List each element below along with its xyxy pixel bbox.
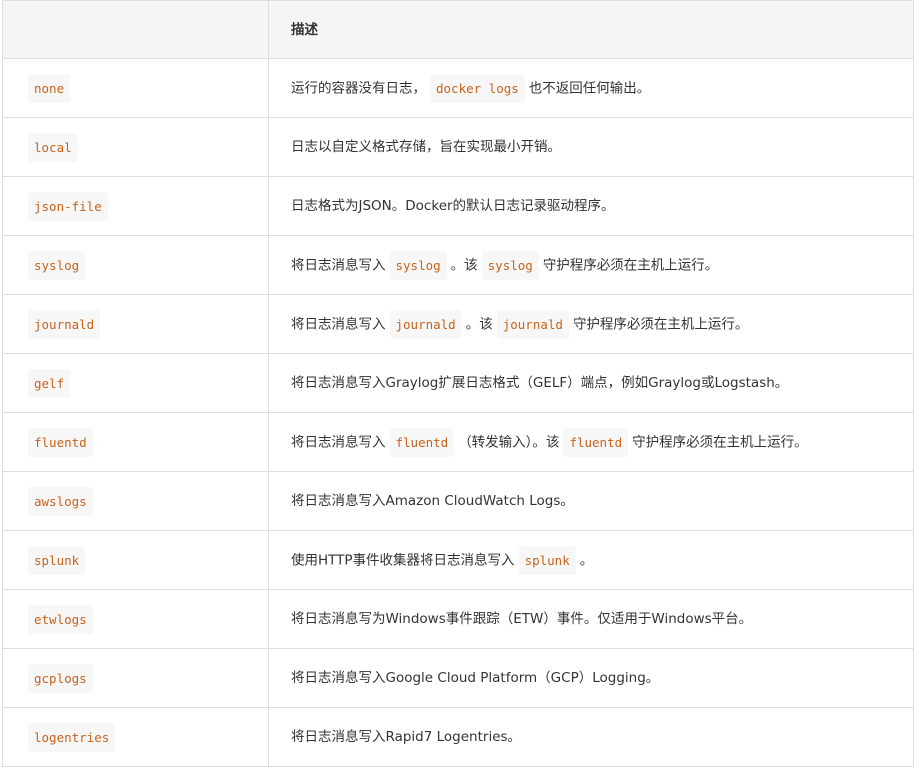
driver-name: gcplogs	[28, 663, 93, 693]
driver-cell: logentries	[2, 707, 269, 767]
inline-code: splunk	[518, 545, 576, 575]
driver-cell: gcplogs	[2, 648, 269, 708]
driver-name: etwlogs	[28, 604, 93, 634]
description-text: 也不返回任何输出。	[528, 80, 651, 96]
driver-name: local	[28, 132, 78, 162]
driver-name: json-file	[28, 191, 108, 221]
table-row: none 运行的容器没有日志， docker logs 也不返回任何输出。	[2, 58, 914, 118]
table-row: fluentd 将日志消息写入 fluentd （转发输入）。该 fluentd 守护程序…	[2, 412, 914, 472]
description-cell: 将日志消息写为Windows事件跟踪（ETW）事件。仅适用于Windows平台。	[268, 589, 914, 649]
driver-name: gelf	[28, 368, 71, 398]
driver-cell: etwlogs	[2, 589, 269, 649]
description-text: 将日志消息写入Google Cloud Platform（GCP）Logging…	[291, 670, 660, 686]
table-row: gcplogs 将日志消息写入Google Cloud Platform（GCP）…	[2, 648, 914, 708]
description-text: 运行的容器没有日志，	[291, 80, 426, 96]
description-text: 将日志消息写入	[291, 257, 386, 273]
description-text: 将日志消息写为Windows事件跟踪（ETW）事件。仅适用于Windows平台。	[291, 611, 753, 627]
header-description-cell: 描述	[268, 0, 914, 59]
description-text: （转发输入）。该	[458, 434, 560, 450]
description-cell: 使用HTTP事件收集器将日志消息写入 splunk。	[268, 530, 914, 590]
description-cell: 将日志消息写入Amazon CloudWatch Logs。	[268, 471, 914, 531]
description-cell: 日志格式为JSON。Docker的默认日志记录驱动程序。	[268, 176, 914, 236]
table-row: gelf 将日志消息写入Graylog扩展日志格式（GELF）端点，例如Grayl…	[2, 353, 914, 413]
description-text: 日志格式为JSON。Docker的默认日志记录驱动程序。	[291, 198, 615, 214]
driver-cell: splunk	[2, 530, 269, 590]
driver-cell: syslog	[2, 235, 269, 295]
header-description: 描述	[291, 21, 318, 38]
description-text: 将日志消息写入Amazon CloudWatch Logs。	[291, 493, 574, 509]
driver-name: none	[28, 73, 71, 103]
description-text: 使用HTTP事件收集器将日志消息写入	[291, 552, 515, 568]
description-text: 将日志消息写入	[291, 434, 386, 450]
description-cell: 将日志消息写入 fluentd （转发输入）。该 fluentd 守护程序必须在主机上运…	[268, 412, 914, 472]
description-text: 。	[579, 552, 594, 568]
logging-drivers-table: 描述 none 运行的容器没有日志， docker logs 也不返回任何输出。 loc…	[2, 0, 914, 767]
description-text: 将日志消息写入	[291, 316, 386, 332]
table-body: none 运行的容器没有日志， docker logs 也不返回任何输出。 local 日…	[2, 58, 914, 767]
table-row: syslog 将日志消息写入 syslog 。该 syslog 守护程序必须在主机上运行。	[2, 235, 914, 295]
table-row: awslogs 将日志消息写入Amazon CloudWatch Logs。	[2, 471, 914, 531]
description-cell: 将日志消息写入 syslog 。该 syslog 守护程序必须在主机上运行。	[268, 235, 914, 295]
description-cell: 将日志消息写入Graylog扩展日志格式（GELF）端点，例如Graylog或L…	[268, 353, 914, 413]
description-text: 。该	[450, 257, 478, 273]
driver-cell: fluentd	[2, 412, 269, 472]
table-row: splunk 使用HTTP事件收集器将日志消息写入 splunk。	[2, 530, 914, 590]
driver-name: splunk	[28, 545, 86, 575]
table-row: logentries 将日志消息写入Rapid7 Logentries。	[2, 707, 914, 767]
inline-code: journald	[389, 309, 462, 339]
driver-cell: local	[2, 117, 269, 177]
inline-code: fluentd	[389, 427, 455, 457]
description-text: 守护程序必须在主机上运行。	[632, 434, 808, 450]
description-cell: 将日志消息写入Google Cloud Platform（GCP）Logging…	[268, 648, 914, 708]
table-row: json-file 日志格式为JSON。Docker的默认日志记录驱动程序。	[2, 176, 914, 236]
driver-cell: journald	[2, 294, 269, 354]
inline-code: fluentd	[563, 427, 629, 457]
inline-code: journald	[496, 309, 569, 339]
table-row: journald 将日志消息写入 journald 。该 journald 守护程序必须在…	[2, 294, 914, 354]
description-text: 守护程序必须在主机上运行。	[542, 257, 719, 273]
driver-name: fluentd	[28, 427, 93, 457]
driver-name: awslogs	[28, 486, 93, 516]
description-text: 守护程序必须在主机上运行。	[572, 316, 749, 332]
table-row: local 日志以自定义格式存储，旨在实现最小开销。	[2, 117, 914, 177]
description-text: 将日志消息写入Graylog扩展日志格式（GELF）端点，例如Graylog或L…	[291, 375, 789, 391]
description-text: 将日志消息写入Rapid7 Logentries。	[291, 729, 522, 745]
driver-cell: awslogs	[2, 471, 269, 531]
table-row: etwlogs 将日志消息写为Windows事件跟踪（ETW）事件。仅适用于Win…	[2, 589, 914, 649]
driver-name: syslog	[28, 250, 86, 280]
description-cell: 将日志消息写入Rapid7 Logentries。	[268, 707, 914, 767]
driver-cell: json-file	[2, 176, 269, 236]
table-header-row: 描述	[2, 0, 914, 59]
description-cell: 将日志消息写入 journald 。该 journald 守护程序必须在主机上运行。	[268, 294, 914, 354]
driver-name: logentries	[28, 722, 116, 752]
inline-code: syslog	[389, 250, 447, 280]
description-cell: 日志以自定义格式存储，旨在实现最小开销。	[268, 117, 914, 177]
header-driver-cell	[2, 0, 269, 59]
inline-code: syslog	[481, 250, 539, 280]
driver-cell: none	[2, 58, 269, 118]
inline-code: docker logs	[430, 73, 525, 103]
driver-cell: gelf	[2, 353, 269, 413]
description-text: 日志以自定义格式存储，旨在实现最小开销。	[291, 139, 561, 155]
description-cell: 运行的容器没有日志， docker logs 也不返回任何输出。	[268, 58, 914, 118]
driver-name: journald	[28, 309, 101, 339]
description-text: 。该	[465, 316, 493, 332]
